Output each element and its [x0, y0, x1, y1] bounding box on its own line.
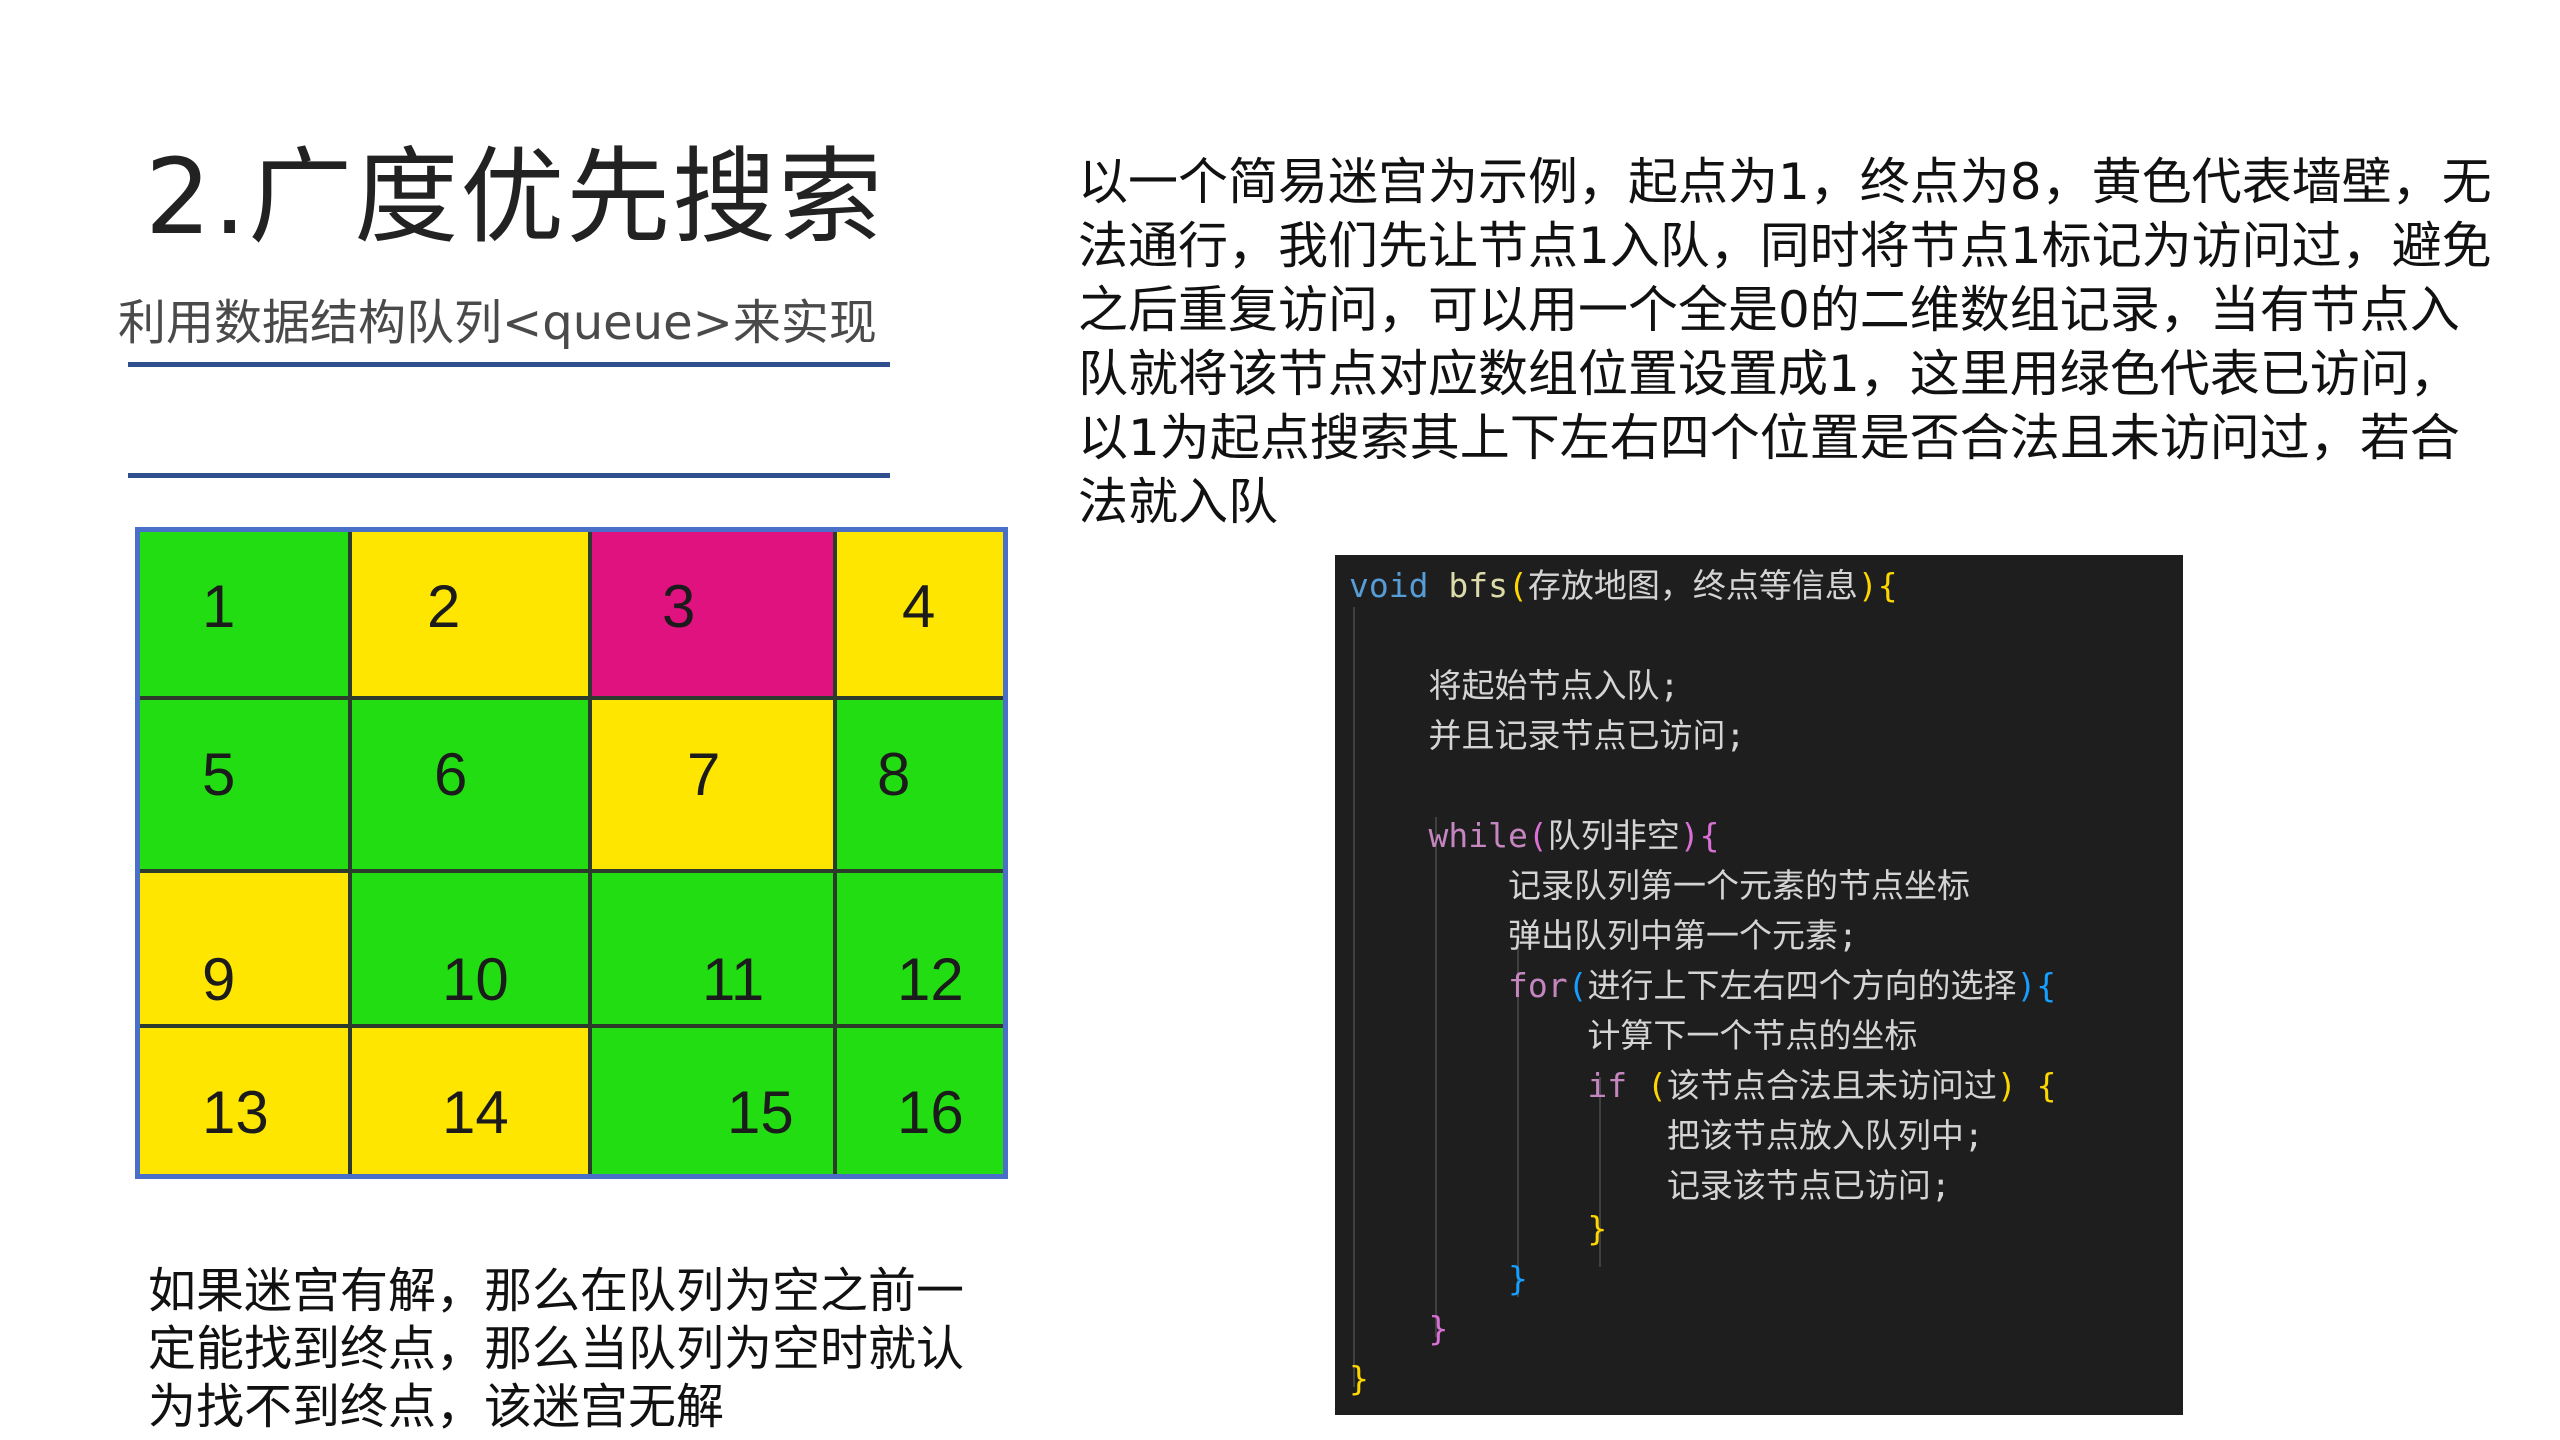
code-token: if: [1587, 1066, 1628, 1105]
code-line: 记录该节点已访问;: [1349, 1159, 1951, 1207]
code-line: if (该节点合法且未访问过) {: [1349, 1059, 2057, 1107]
maze-cell-11: 11: [592, 873, 837, 1028]
maze-cell-14: 14: [352, 1028, 592, 1174]
code-token: }: [1349, 1209, 1608, 1248]
code-line: }: [1349, 1359, 1369, 1398]
maze-cell-number: 15: [727, 1079, 794, 1146]
code-line: void bfs(存放地图，终点等信息){: [1349, 559, 1898, 607]
maze-cell-2: 2: [352, 532, 592, 700]
code-token: 进行上下左右四个方向的选择: [1587, 966, 2017, 1005]
code-token: 存放地图，终点等信息: [1527, 566, 1858, 605]
code-token: ){: [2016, 966, 2057, 1005]
code-token: }: [1349, 1309, 1449, 1348]
maze-cell-3: 3: [592, 532, 837, 700]
maze-cell-10: 10: [352, 873, 592, 1028]
divider-bottom: [128, 473, 890, 478]
code-token: 该节点合法且未访问过: [1666, 1066, 1997, 1105]
code-line: 弹出队列中第一个元素;: [1349, 909, 1858, 957]
code-token: }: [1349, 1359, 1369, 1398]
maze-cell-13: 13: [140, 1028, 352, 1174]
code-token: (: [1567, 966, 1588, 1005]
code-token: 记录该节点已访问;: [1349, 1166, 1951, 1205]
code-line: for(进行上下左右四个方向的选择){: [1349, 959, 2056, 1007]
maze-cell-number: 4: [902, 573, 936, 640]
code-token: ){: [1679, 816, 1720, 855]
code-token: 弹出队列中第一个元素;: [1349, 916, 1858, 955]
maze-cell-number: 9: [202, 946, 236, 1013]
description-text: 以一个简易迷宫为示例，起点为1，终点为8，黄色代表墙壁，无法通行，我们先让节点1…: [1078, 153, 2492, 531]
maze-cell-number: 6: [434, 741, 468, 808]
code-token: 计算下一个节点的坐标: [1349, 1016, 1918, 1055]
maze-cell-number: 16: [897, 1079, 964, 1146]
code-token: ) {: [1996, 1066, 2057, 1105]
maze-cell-number: 8: [877, 741, 911, 808]
maze-cell-12: 12: [837, 873, 1003, 1028]
code-line: 计算下一个节点的坐标: [1349, 1009, 1917, 1057]
code-token: bfs: [1448, 566, 1508, 605]
slide-title: 2.广度优先搜索: [145, 136, 885, 258]
maze-cell-number: 2: [427, 573, 461, 640]
maze-cell-number: 13: [202, 1079, 269, 1146]
code-line: }: [1349, 1259, 1528, 1298]
maze-cell-16: 16: [837, 1028, 1003, 1174]
slide-subtitle: 利用数据结构队列<queue>来实现: [118, 295, 877, 351]
maze-grid: 1 2 3 4 5 6 7 8 9 10 11 12 13 14 15 16: [135, 527, 1008, 1179]
pseudocode-block: void bfs(存放地图，终点等信息){ 将起始节点入队; 并且记录节点已访问…: [1335, 555, 2183, 1415]
code-token: 并且记录节点已访问;: [1349, 716, 1746, 755]
code-token: 记录队列第一个元素的节点坐标: [1349, 866, 1970, 905]
maze-cell-15: 15: [592, 1028, 837, 1174]
code-line: 把该节点放入队列中;: [1349, 1109, 1984, 1157]
code-line: 记录队列第一个元素的节点坐标: [1349, 859, 1970, 907]
code-line: }: [1349, 1309, 1448, 1348]
code-token: while: [1428, 816, 1528, 855]
code-line: while(队列非空){: [1349, 809, 1719, 857]
maze-cell-5: 5: [140, 700, 352, 873]
maze-cell-9: 9: [140, 873, 352, 1028]
code-token: }: [1349, 1259, 1528, 1298]
conclusion-note: 如果迷宫有解，那么在队列为空之前一定能找到终点，那么当队列为空时就认为找不到终点…: [148, 1263, 965, 1435]
maze-cell-4: 4: [837, 532, 1003, 700]
maze-cell-number: 5: [202, 741, 236, 808]
divider-top: [128, 362, 890, 367]
code-token: (: [1647, 1066, 1667, 1105]
code-token: 队列非空: [1547, 816, 1680, 855]
maze-cell-number: 12: [897, 946, 964, 1013]
code-token: ){: [1857, 566, 1898, 605]
code-token: 把该节点放入队列中;: [1349, 1116, 1984, 1155]
code-token: 将起始节点入队;: [1349, 666, 1680, 705]
maze-cell-number: 10: [442, 946, 509, 1013]
maze-cell-number: 3: [662, 573, 696, 640]
maze-cell-number: 11: [702, 946, 765, 1013]
maze-cell-number: 14: [442, 1079, 509, 1146]
code-token: void: [1349, 566, 1449, 605]
maze-cell-1: 1: [140, 532, 352, 700]
maze-cell-number: 7: [687, 741, 721, 808]
code-line: }: [1349, 1209, 1607, 1248]
maze-cell-7: 7: [592, 700, 837, 873]
maze-cell-8: 8: [837, 700, 1003, 873]
code-token: for: [1507, 966, 1568, 1005]
code-line: 将起始节点入队;: [1349, 659, 1679, 707]
code-token: (: [1527, 816, 1548, 855]
code-line: 并且记录节点已访问;: [1349, 709, 1745, 757]
maze-cell-6: 6: [352, 700, 592, 873]
maze-cell-number: 1: [202, 573, 236, 640]
code-token: (: [1507, 566, 1528, 605]
